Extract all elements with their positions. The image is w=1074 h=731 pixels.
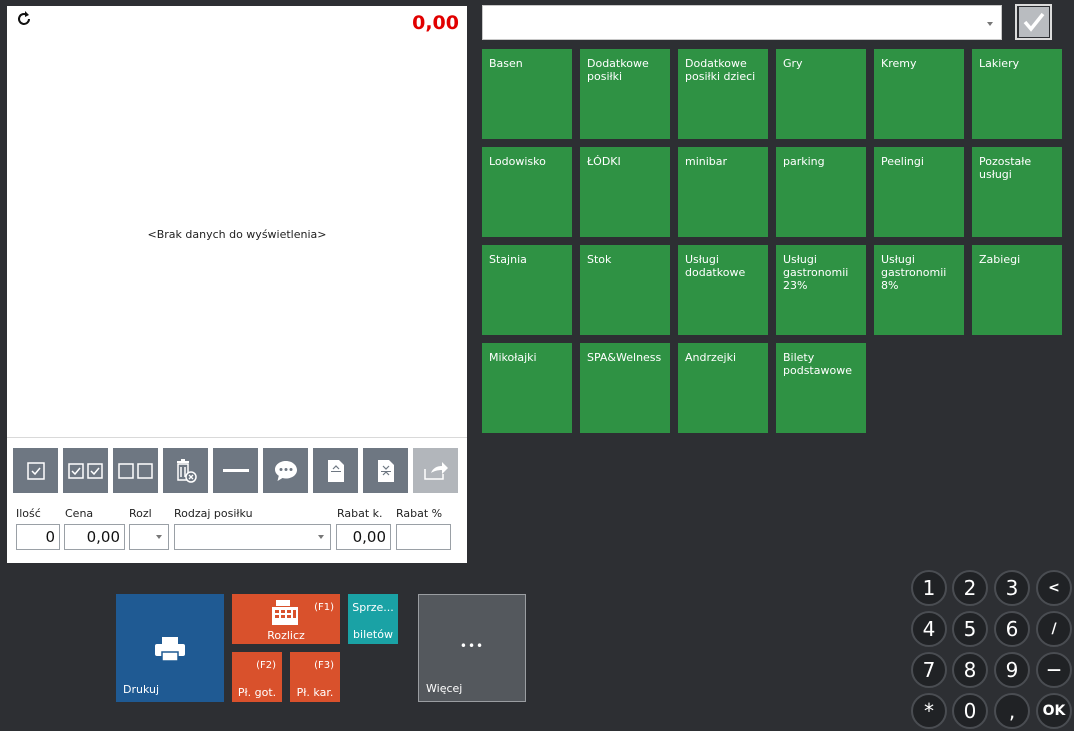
key-6[interactable]: 6: [994, 611, 1030, 647]
settle-shortcut: (F1): [314, 602, 334, 613]
category-tile[interactable]: ŁÓDKI: [580, 147, 670, 237]
remove-line-button[interactable]: [213, 448, 258, 493]
empty-checkbox-icon: [117, 462, 153, 479]
category-tile[interactable]: Dodatkowe posiłki dzieci: [678, 49, 768, 139]
category-tile[interactable]: Lakiery: [972, 49, 1062, 139]
key-2[interactable]: 2: [952, 570, 988, 606]
category-tile[interactable]: Pozostałe usługi: [972, 147, 1062, 237]
settle-label: Rozlicz: [267, 629, 305, 642]
key-minus[interactable]: —: [1036, 652, 1072, 688]
more-dots-icon: •••: [459, 639, 485, 653]
discount-percent-input[interactable]: [396, 524, 451, 550]
comment-button[interactable]: [263, 448, 308, 493]
key-slash[interactable]: /: [1036, 611, 1072, 647]
document-up-icon: [327, 459, 344, 482]
minus-icon: [222, 468, 249, 472]
meal-type-label: Rodzaj posiłku: [174, 507, 253, 520]
category-combo[interactable]: [482, 5, 1002, 40]
category-tile[interactable]: parking: [776, 147, 866, 237]
deselect-all-button[interactable]: [113, 448, 158, 493]
key-3[interactable]: 3: [994, 570, 1030, 606]
quantity-input[interactable]: 0: [16, 524, 60, 550]
category-tile[interactable]: Dodatkowe posiłki: [580, 49, 670, 139]
meal-type-select[interactable]: [174, 524, 331, 550]
key-backspace[interactable]: <: [1036, 570, 1072, 606]
confirm-check-button[interactable]: [1015, 4, 1052, 40]
move-item-button[interactable]: [413, 448, 458, 493]
cash-shortcut: (F2): [256, 660, 276, 671]
settle-button[interactable]: (F1) Rozlicz: [232, 594, 340, 644]
category-tile[interactable]: Mikołajki: [482, 343, 572, 433]
category-tile[interactable]: Usługi gastronomii 8%: [874, 245, 964, 335]
cash-payment-button[interactable]: (F2) Pł. got.: [232, 652, 282, 702]
key-8[interactable]: 8: [952, 652, 988, 688]
cash-label: Pł. got.: [237, 686, 277, 699]
delete-item-button[interactable]: [163, 448, 208, 493]
ticket-sale-label-1: Sprze...: [352, 601, 394, 614]
receipt-total: 0,00: [412, 12, 459, 34]
category-tile[interactable]: Bilety podstawowe: [776, 343, 866, 433]
split-up-button[interactable]: [313, 448, 358, 493]
quantity-label: Ilość: [16, 507, 41, 520]
key-1[interactable]: 1: [911, 570, 947, 606]
category-tile[interactable]: minibar: [678, 147, 768, 237]
receipt-panel: 0,00 <Brak danych do wyświetlenia> Ilość…: [7, 6, 467, 563]
document-down-icon: [377, 459, 394, 482]
key-0[interactable]: 0: [952, 693, 988, 729]
ticket-sale-button[interactable]: Sprze... biletów: [348, 594, 398, 644]
trash-icon: [176, 458, 197, 483]
discount-amount-label: Rabat k.: [337, 507, 383, 520]
split-down-button[interactable]: [363, 448, 408, 493]
card-payment-button[interactable]: (F3) Pł. kar.: [290, 652, 340, 702]
key-star[interactable]: *: [911, 693, 947, 729]
key-5[interactable]: 5: [952, 611, 988, 647]
price-label: Cena: [65, 507, 94, 520]
category-tile[interactable]: Lodowisko: [482, 147, 572, 237]
check-icon: [1018, 7, 1049, 37]
discount-amount-input[interactable]: 0,00: [336, 524, 391, 550]
chevron-down-icon: [318, 535, 324, 539]
key-7[interactable]: 7: [911, 652, 947, 688]
chevron-down-icon: [156, 535, 162, 539]
price-input[interactable]: 0,00: [64, 524, 125, 550]
select-all-button[interactable]: [63, 448, 108, 493]
cash-register-icon: [272, 600, 298, 625]
category-tile[interactable]: Stok: [580, 245, 670, 335]
card-shortcut: (F3): [314, 660, 334, 671]
category-tile[interactable]: Usługi dodatkowe: [678, 245, 768, 335]
discount-percent-label: Rabat %: [396, 507, 443, 520]
key-4[interactable]: 4: [911, 611, 947, 647]
refresh-icon[interactable]: [15, 10, 35, 30]
divider: [7, 437, 467, 438]
more-button[interactable]: ••• Więcej: [418, 594, 526, 702]
print-button[interactable]: Drukuj: [116, 594, 224, 702]
category-tile[interactable]: Zabiegi: [972, 245, 1062, 335]
double-checkbox-icon: [67, 462, 103, 479]
category-tile[interactable]: Gry: [776, 49, 866, 139]
category-tile[interactable]: Usługi gastronomii 23%: [776, 245, 866, 335]
more-label: Więcej: [426, 682, 463, 695]
checkbox-icon: [26, 461, 45, 480]
key-ok[interactable]: OK: [1036, 693, 1072, 729]
key-9[interactable]: 9: [994, 652, 1030, 688]
share-icon: [423, 461, 448, 480]
category-tile[interactable]: SPA&Welness: [580, 343, 670, 433]
key-comma[interactable]: ,: [994, 693, 1030, 729]
category-tile[interactable]: Stajnia: [482, 245, 572, 335]
category-tile[interactable]: Basen: [482, 49, 572, 139]
category-tile[interactable]: Peelingi: [874, 147, 964, 237]
category-tile[interactable]: Kremy: [874, 49, 964, 139]
card-label: Pł. kar.: [296, 686, 334, 699]
comment-icon: [274, 460, 297, 481]
empty-list-message: <Brak danych do wyświetlenia>: [147, 228, 327, 241]
print-label: Drukuj: [123, 683, 160, 696]
select-item-button[interactable]: [13, 448, 58, 493]
rozl-select[interactable]: [129, 524, 169, 550]
rozl-label: Rozl: [129, 507, 152, 520]
ticket-sale-label-2: biletów: [353, 628, 393, 641]
printer-icon: [155, 637, 185, 662]
chevron-down-icon: [987, 22, 993, 26]
category-tile[interactable]: Andrzejki: [678, 343, 768, 433]
